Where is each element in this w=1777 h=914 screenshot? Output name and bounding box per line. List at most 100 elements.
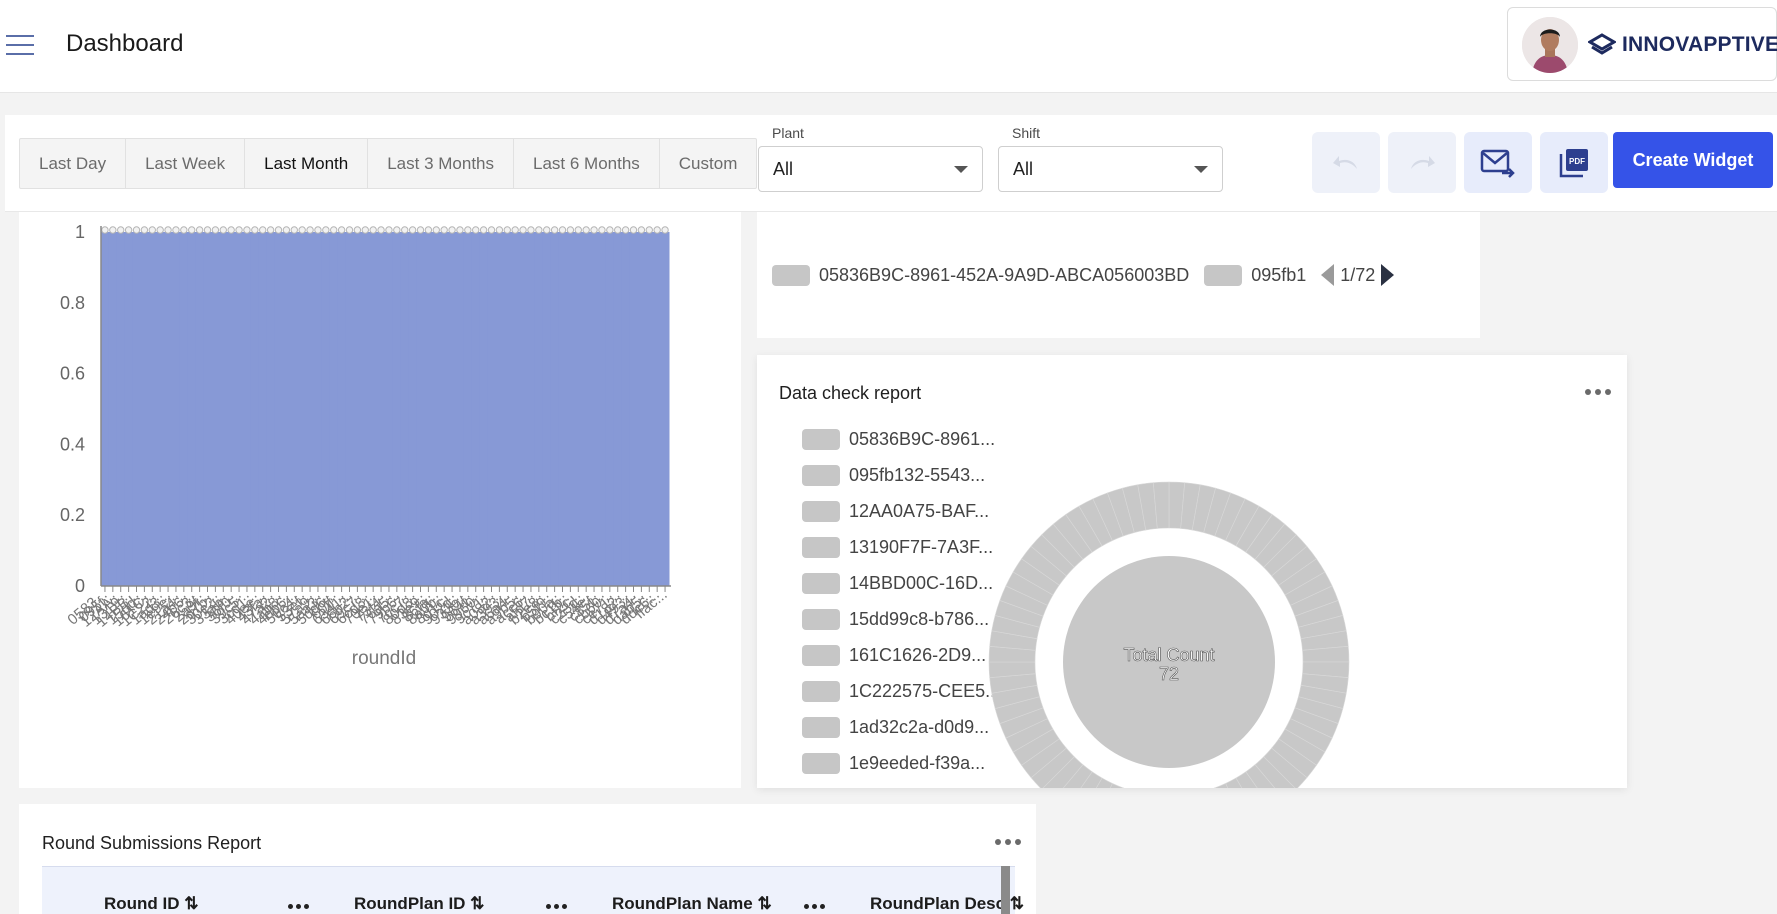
bar-marker[interactable] xyxy=(101,226,109,234)
bar-marker[interactable] xyxy=(637,226,646,234)
bar[interactable] xyxy=(424,232,433,586)
next-page-icon[interactable] xyxy=(1381,264,1395,286)
bar-marker[interactable] xyxy=(440,226,448,234)
pdf-button[interactable]: PDF xyxy=(1540,132,1608,193)
bar[interactable] xyxy=(511,232,520,586)
bar[interactable] xyxy=(172,232,181,586)
bar[interactable] xyxy=(195,232,205,586)
bar[interactable] xyxy=(337,232,347,586)
bar-marker[interactable] xyxy=(337,226,346,234)
bar[interactable] xyxy=(250,232,260,586)
bar[interactable] xyxy=(440,232,449,586)
bar-marker[interactable] xyxy=(479,226,488,234)
bar-marker[interactable] xyxy=(235,226,243,234)
bar-marker[interactable] xyxy=(645,226,653,234)
range-button-last-day[interactable]: Last Day xyxy=(20,139,127,188)
bar[interactable] xyxy=(203,232,212,586)
bar-marker[interactable] xyxy=(472,226,480,234)
bar[interactable] xyxy=(653,232,662,586)
bar[interactable] xyxy=(574,232,583,586)
undo-button[interactable] xyxy=(1312,132,1380,193)
bar[interactable] xyxy=(369,232,378,586)
bar-marker[interactable] xyxy=(621,226,630,234)
range-button-last-3-months[interactable]: Last 3 Months xyxy=(368,139,514,188)
bar[interactable] xyxy=(503,232,512,586)
bar[interactable] xyxy=(590,232,599,586)
shift-select[interactable]: All xyxy=(998,146,1223,192)
bar-marker[interactable] xyxy=(251,226,259,234)
bar[interactable] xyxy=(645,232,654,586)
range-button-custom[interactable]: Custom xyxy=(660,139,757,188)
redo-button[interactable] xyxy=(1388,132,1456,193)
bar-marker[interactable] xyxy=(117,226,125,234)
bar-marker[interactable] xyxy=(535,226,543,234)
bar[interactable] xyxy=(621,232,631,586)
bar-marker[interactable] xyxy=(219,226,227,234)
bar-marker[interactable] xyxy=(180,226,188,234)
bar[interactable] xyxy=(243,232,252,586)
bar[interactable] xyxy=(306,232,315,586)
bar-marker[interactable] xyxy=(456,226,464,234)
column-menu-icon[interactable] xyxy=(288,904,309,909)
bar[interactable] xyxy=(582,232,591,586)
bar[interactable] xyxy=(479,232,489,586)
bar-marker[interactable] xyxy=(590,226,598,234)
bar[interactable] xyxy=(187,232,197,586)
bar[interactable] xyxy=(156,232,165,586)
bar[interactable] xyxy=(290,232,299,586)
bar[interactable] xyxy=(471,232,481,586)
bar-marker[interactable] xyxy=(322,226,330,234)
bar-marker[interactable] xyxy=(188,226,196,234)
bar[interactable] xyxy=(605,232,615,586)
bar-marker[interactable] xyxy=(124,226,133,234)
bar[interactable] xyxy=(558,232,567,586)
bar[interactable] xyxy=(463,232,473,586)
bar-marker[interactable] xyxy=(495,226,504,234)
bar-marker[interactable] xyxy=(432,226,440,234)
bar[interactable] xyxy=(282,232,291,586)
bar-marker[interactable] xyxy=(598,226,606,234)
bar-marker[interactable] xyxy=(172,226,180,234)
bar-marker[interactable] xyxy=(503,226,511,234)
bar[interactable] xyxy=(227,232,236,586)
bar-marker[interactable] xyxy=(377,226,385,234)
column-header-roundplan-name[interactable]: RoundPlan Name ⇅ xyxy=(612,894,772,914)
bar[interactable] xyxy=(101,232,110,586)
create-widget-button[interactable]: Create Widget xyxy=(1613,132,1773,188)
bar-marker[interactable] xyxy=(164,226,172,234)
bar-marker[interactable] xyxy=(330,226,338,234)
bar-marker[interactable] xyxy=(140,226,149,234)
bar-marker[interactable] xyxy=(203,226,212,234)
range-button-last-6-months[interactable]: Last 6 Months xyxy=(514,139,660,188)
bar[interactable] xyxy=(519,232,528,586)
bar[interactable] xyxy=(408,232,418,586)
bar[interactable] xyxy=(613,232,623,586)
bar-marker[interactable] xyxy=(408,226,417,234)
bar-marker[interactable] xyxy=(243,226,251,234)
bar[interactable] xyxy=(164,232,173,586)
bar[interactable] xyxy=(566,232,575,586)
bar-marker[interactable] xyxy=(298,226,306,234)
previous-page-icon[interactable] xyxy=(1321,264,1335,286)
bar[interactable] xyxy=(329,232,339,586)
bar[interactable] xyxy=(361,232,370,586)
bar[interactable] xyxy=(661,232,670,586)
bar-marker[interactable] xyxy=(511,226,519,234)
bar[interactable] xyxy=(400,232,410,586)
bar[interactable] xyxy=(416,232,425,586)
bar[interactable] xyxy=(219,232,228,586)
table-scrollbar[interactable] xyxy=(1001,866,1010,914)
column-menu-icon[interactable] xyxy=(546,904,567,909)
bar-marker[interactable] xyxy=(314,226,322,234)
bar-marker[interactable] xyxy=(487,226,496,234)
menu-icon[interactable] xyxy=(6,35,34,55)
column-menu-icon[interactable] xyxy=(804,904,825,909)
bar-marker[interactable] xyxy=(401,226,409,234)
bar[interactable] xyxy=(314,232,323,586)
bar-marker[interactable] xyxy=(527,226,535,234)
bar[interactable] xyxy=(353,232,362,586)
bar-marker[interactable] xyxy=(543,226,551,234)
bar-marker[interactable] xyxy=(550,226,559,234)
bar[interactable] xyxy=(274,232,283,586)
range-button-last-week[interactable]: Last Week xyxy=(126,139,246,188)
